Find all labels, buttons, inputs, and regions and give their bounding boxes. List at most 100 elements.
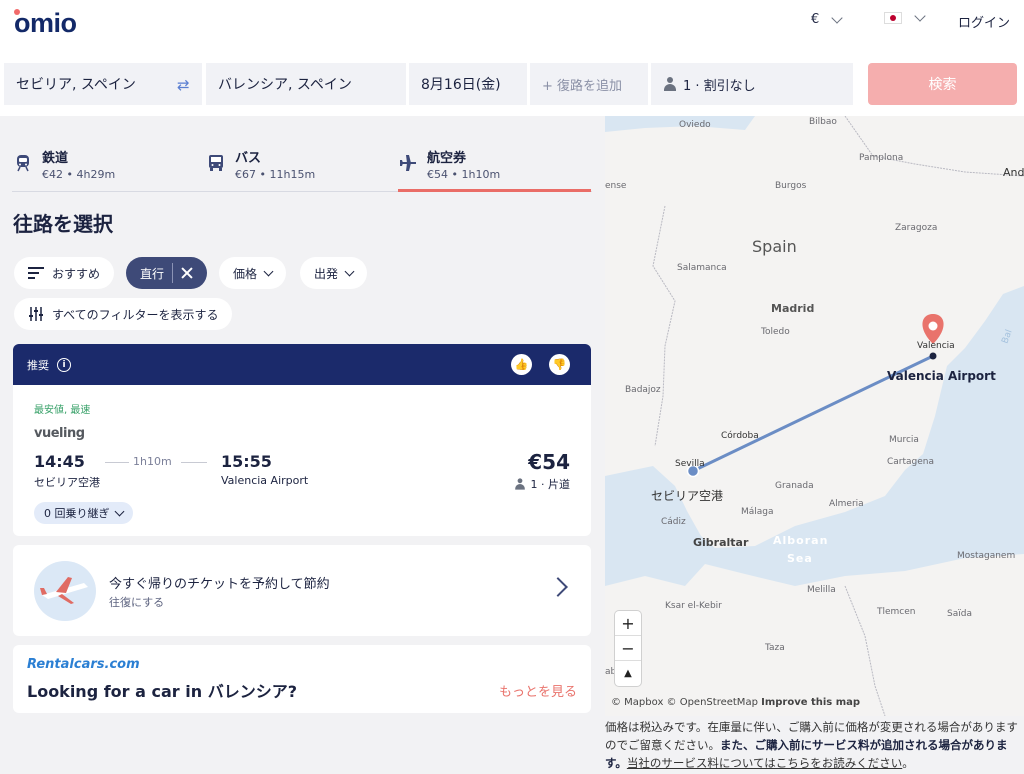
rentalcars-logo: Rentalcars.com <box>27 657 140 672</box>
depart-place: セビリア空港 <box>34 476 100 489</box>
map-label-cordoba: Córdoba <box>721 430 759 441</box>
person-icon <box>663 77 677 91</box>
search-button[interactable]: 検索 <box>868 63 1017 105</box>
omio-logo[interactable]: omio <box>14 8 77 39</box>
login-link[interactable]: ログイン <box>958 12 1010 31</box>
all-filters-button[interactable]: すべてのフィルターを表示する <box>14 298 233 330</box>
fare-price: €54 <box>528 450 570 474</box>
map-label-madrid: Madrid <box>771 302 814 315</box>
passengers-field[interactable]: 1 · 割引なし <box>651 63 853 105</box>
route-map[interactable]: Oviedo Bilbao Pamplona Burgos ense And Z… <box>605 116 1024 716</box>
map-label-taza: Taza <box>764 643 785 653</box>
currency-label: € <box>811 12 820 27</box>
map-label-spain: Spain <box>752 237 797 256</box>
map-label-burgos: Burgos <box>775 181 807 191</box>
departure-filter-label: 出発 <box>314 266 339 281</box>
map-label-ksar: Ksar el-Kebir <box>665 601 722 611</box>
info-icon[interactable]: i <box>57 357 71 372</box>
duration-line <box>181 462 207 463</box>
map-label-tlemcen: Tlemcen <box>876 607 916 617</box>
map-label-almeria: Almeria <box>829 499 864 509</box>
bus-icon <box>209 155 223 171</box>
map-attribution: © Mapbox © OpenStreetMap Improve this ma… <box>611 697 860 708</box>
map-label-cartagena: Cartagena <box>887 457 934 467</box>
rentalcars-card[interactable]: Rentalcars.com Looking for a car in バレンシ… <box>13 645 591 713</box>
tab-bus-label: バス <box>235 151 262 166</box>
close-icon[interactable] <box>181 267 193 279</box>
map-label-zaragoza: Zaragoza <box>895 223 937 233</box>
japan-flag-icon <box>884 12 902 24</box>
promo-title: 今すぐ帰りのチケットを予約して節約 <box>109 577 330 592</box>
return-date-field[interactable]: + 復路を追加 <box>530 63 648 105</box>
map-label-sevilla: Sevilla <box>675 459 705 469</box>
chevron-down-icon <box>263 266 274 276</box>
map-label-mostaganem: Mostaganem <box>957 551 1015 561</box>
map-label-andorra: And <box>1003 166 1024 179</box>
map-label-gibraltar: Gibraltar <box>693 536 749 549</box>
card-header: 推奨 i <box>13 344 591 385</box>
swap-icon[interactable]: ⇄ <box>177 76 190 94</box>
map-label-malaga: Málaga <box>741 507 774 517</box>
compass-icon[interactable]: ▲ <box>615 661 641 686</box>
service-fee-link[interactable]: 当社のサービス料についてはこちらをお読みください <box>627 756 902 770</box>
chevron-down-icon <box>831 11 843 24</box>
tab-flight-summary: €54 • 1h10m <box>427 168 501 181</box>
map-label-valencia-airport: Valencia Airport <box>887 369 996 383</box>
map-label-oviedo: Oviedo <box>679 120 711 130</box>
sort-chip[interactable]: おすすめ <box>14 257 115 289</box>
rentalcars-title: Looking for a car in バレンシア? <box>27 682 297 701</box>
chip-separator <box>172 263 174 283</box>
map-label-sevilla-airport: セビリア空港 <box>651 489 723 503</box>
round-trip-promo-card[interactable]: 今すぐ帰りのチケットを予約して節約 往復にする <box>13 545 591 636</box>
results-panel: 鉄道 €42 • 4h29m バス €67 • 11h15m 航空券 €54 •… <box>0 116 605 774</box>
top-header: omio € ログイン <box>0 0 1024 52</box>
portugal-border <box>652 205 676 447</box>
direct-filter-chip[interactable]: 直行 <box>126 257 208 289</box>
map-label-pamplona: Pamplona <box>859 153 903 163</box>
date-field[interactable]: 8月16日(金) <box>409 63 527 105</box>
thumbs-down-icon[interactable]: 👎 <box>549 354 570 375</box>
sort-label: おすすめ <box>52 266 101 281</box>
zoom-in-button[interactable]: + <box>615 611 641 636</box>
tab-train-label: 鉄道 <box>42 151 69 166</box>
chevron-down-icon <box>914 10 926 22</box>
attribution-text: © Mapbox © OpenStreetMap <box>611 697 762 708</box>
language-selector[interactable] <box>884 10 926 24</box>
tab-train[interactable]: 鉄道 €42 • 4h29m <box>14 144 194 190</box>
price-filter-chip[interactable]: 価格 <box>219 257 287 289</box>
zoom-controls: + − ▲ <box>615 611 641 686</box>
transfers-label: 0 回乗り継ぎ <box>44 507 110 520</box>
chevron-down-icon <box>344 266 355 276</box>
map-label-murcia: Murcia <box>889 435 919 445</box>
from-field[interactable]: セビリア, スペイン <box>4 63 202 105</box>
person-icon <box>514 478 525 490</box>
transfers-toggle[interactable]: 0 回乗り継ぎ <box>34 502 133 524</box>
tab-bus[interactable]: バス €67 • 11h15m <box>207 144 387 190</box>
improve-map-link[interactable]: Improve this map <box>761 697 860 708</box>
tab-bus-summary: €67 • 11h15m <box>235 168 316 181</box>
pin-center <box>928 321 938 331</box>
page-title: 往路を選択 <box>13 212 113 236</box>
promo-subtitle: 往復にする <box>109 596 165 609</box>
see-more-link[interactable]: もっとを見る <box>499 681 577 700</box>
map-label-salamanca: Salamanca <box>677 263 727 273</box>
map-label-cadiz: Cádiz <box>661 517 686 527</box>
arrive-time: 15:55 <box>221 452 272 471</box>
airplane-illustration <box>34 561 96 621</box>
map-label-saida: Saïda <box>947 609 972 619</box>
tab-flight-label: 航空券 <box>427 151 467 166</box>
zoom-out-button[interactable]: − <box>615 636 641 661</box>
map-label-sea: Sea <box>787 552 813 565</box>
thumbs-up-icon[interactable]: 👍 <box>511 354 532 375</box>
map-label-toledo: Toledo <box>760 327 790 337</box>
map-label-granada: Granada <box>775 481 814 491</box>
sort-icon <box>28 267 44 279</box>
chevron-right-icon[interactable] <box>548 577 568 597</box>
to-field[interactable]: バレンシア, スペイン <box>206 63 406 105</box>
passenger-summary: 1 · 片道 <box>513 476 570 492</box>
flight-result-card[interactable]: 推奨 i 👍 👎 最安値, 最速 vueling 14:45 1h10m 15:… <box>13 344 591 536</box>
departure-filter-chip[interactable]: 出発 <box>300 257 368 289</box>
search-bar: セビリア, スペイン ⇄ バレンシア, スペイン 8月16日(金) + 復路を追… <box>0 52 1024 116</box>
tab-flight[interactable]: 航空券 €54 • 1h10m <box>399 144 591 190</box>
currency-selector[interactable]: € <box>811 11 843 27</box>
